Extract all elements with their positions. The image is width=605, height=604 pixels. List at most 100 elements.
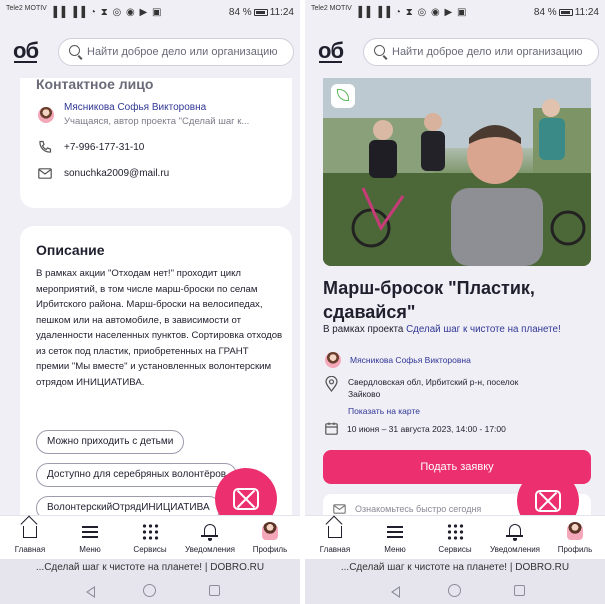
status-right: 84 % 11:24 [534,7,599,18]
calendar-icon [325,422,338,435]
clock: 11:24 [269,7,294,18]
leaf-icon [337,89,349,101]
dobro-fab-icon [233,488,259,510]
tab-home[interactable]: Главная [0,516,60,559]
home-circle-icon[interactable] [143,584,156,597]
tab-profile[interactable]: Профиль [240,516,300,559]
tab-notifications-label: Уведомления [489,545,541,554]
status-right: 84 % 11:24 [229,7,294,18]
system-nav-bar [305,577,605,604]
event-title: Марш-бросок "Пластик, сдавайся" [323,278,535,322]
event-photo[interactable] [323,78,591,266]
location-pin-icon [325,376,338,392]
contact-phone[interactable]: +7-996-177-31-10 [64,142,144,153]
browser-url-bar[interactable]: ...Сделай шаг к чистоте на планете! | DO… [0,559,300,577]
mail-icon [38,168,52,179]
tab-profile-label: Профиль [252,545,288,554]
dobro-logo[interactable]: об [318,38,344,64]
contact-email-row[interactable]: sonuchka2009@mail.ru [38,168,169,179]
tab-services-label: Сервисы [133,545,167,554]
organizer-row[interactable]: Мясникова Софья Викторовна [325,352,471,368]
carrier-label: Tele2 MOTIV [6,5,47,12]
contact-person[interactable]: Мясникова Софья Викторовна Учащаяся, авт… [38,102,249,127]
address-row: Свердловская обл, Ирбитский р-н, поселок… [325,376,538,416]
back-icon[interactable] [391,586,400,598]
tab-notifications[interactable]: Уведомления [180,516,240,559]
menu-icon [82,526,98,538]
content-scroll[interactable]: Контактное лицо Мясникова Софья Викторов… [0,78,300,515]
home-circle-icon[interactable] [448,584,461,597]
eco-badge [331,84,355,108]
project-prefix: В рамках проекта [323,324,404,335]
menu-icon [387,526,403,538]
bottom-tab-bar: Главная Меню Сервисы Уведомления Профиль [0,515,300,559]
battery-percent: 84 % [228,7,252,18]
browser-url-bar[interactable]: ...Сделай шаг к чистоте на планете! | DO… [305,559,605,577]
bell-icon [201,524,218,541]
status-icons: ▐▐ ▐▐ ◔ ⧗ ◎ ◉ ▶ ▣ [355,7,468,18]
search-bar[interactable] [363,38,599,66]
phone-icon [39,140,52,153]
system-nav-bar [0,577,300,604]
tab-menu-label: Меню [79,545,101,554]
description-title: Описание [36,242,105,258]
organizer-name[interactable]: Мясникова Софья Викторовна [350,355,471,365]
show-on-map-link[interactable]: Показать на карте [348,406,538,416]
home-icon [23,526,37,538]
bottom-tab-bar: Главная Меню Сервисы Уведомления Профиль [305,515,605,559]
battery-percent: 84 % [533,7,557,18]
tab-menu[interactable]: Меню [60,516,120,559]
status-bar: Tele2 MOTIV ▐▐ ▐▐ ◔ ⧗ ◎ ◉ ▶ ▣ 84 % 11:24 [305,0,605,24]
contact-phone-row[interactable]: +7-996-177-31-10 [38,140,144,154]
app-header: об [305,24,605,78]
dates-row: 10 июня – 31 августа 2023, 14:00 - 17:00 [325,422,506,435]
contact-role: Учащаяся, автор проекта "Сделай шаг к... [64,116,250,127]
organizer-avatar [325,352,341,368]
tab-profile-label: Профиль [557,545,593,554]
grid-icon [141,523,159,540]
description-text: В рамках акции "Отходам нет!" проходит ц… [36,268,283,388]
tab-notifications[interactable]: Уведомления [485,516,545,559]
tab-menu-label: Меню [384,545,406,554]
back-icon[interactable] [86,586,95,598]
status-bar: Tele2 MOTIV ▐▐ ▐▐ ◔ ⧗ ◎ ◉ ▶ ▣ 84 % 11:24 [0,0,300,24]
tab-home-label: Главная [14,545,46,554]
contact-email[interactable]: sonuchka2009@mail.ru [64,168,169,179]
info-strip-text: Ознакомьтесь быстро сегодня [355,504,482,514]
search-input[interactable] [87,39,287,65]
contact-name[interactable]: Мясникова Софья Викторовна [64,102,249,113]
contact-card: Контактное лицо Мясникова Софья Викторов… [20,78,292,208]
recent-apps-icon[interactable] [514,585,525,596]
tab-profile[interactable]: Профиль [545,516,605,559]
tab-menu[interactable]: Меню [365,516,425,559]
event-dates: 10 июня – 31 августа 2023, 14:00 - 17:00 [347,423,506,434]
search-input[interactable] [392,39,592,65]
tag-chip-children[interactable]: Можно приходить с детьми [36,430,185,454]
tab-home-label: Главная [319,545,351,554]
project-link[interactable]: Сделай шаг к чистоте на планете! [406,324,561,335]
mail-icon [333,504,346,514]
search-bar[interactable] [58,38,294,66]
content-scroll[interactable]: Марш-бросок "Пластик, сдавайся" В рамках… [305,78,605,515]
battery-icon [558,9,573,16]
tab-notifications-label: Уведомления [184,545,236,554]
tab-services-label: Сервисы [438,545,472,554]
battery-icon [253,9,268,16]
tab-home[interactable]: Главная [305,516,365,559]
tab-services[interactable]: Сервисы [120,516,180,559]
status-icons: ▐▐ ▐▐ ◔ ⧗ ◎ ◉ ▶ ▣ [50,7,163,18]
screen-right: Tele2 MOTIV ▐▐ ▐▐ ◔ ⧗ ◎ ◉ ▶ ▣ 84 % 11:24 … [305,0,605,604]
contact-title: Контактное лицо [36,78,154,92]
home-icon [328,526,342,538]
dobro-logo[interactable]: об [13,38,39,64]
dobro-fab-icon [535,490,561,512]
event-photo-illustration [323,78,591,266]
carrier-label: Tele2 MOTIV [311,5,352,12]
project-line: В рамках проекта Сделай шаг к чистоте на… [323,324,561,335]
tag-chip-squad[interactable]: ВолонтерскийОтрядИНИЦИАТИВА [36,496,221,515]
clock: 11:24 [574,7,599,18]
tab-services[interactable]: Сервисы [425,516,485,559]
avatar-icon [262,522,278,540]
tag-chip-silver[interactable]: Доступно для серебряных волонтёров [36,463,238,487]
recent-apps-icon[interactable] [209,585,220,596]
